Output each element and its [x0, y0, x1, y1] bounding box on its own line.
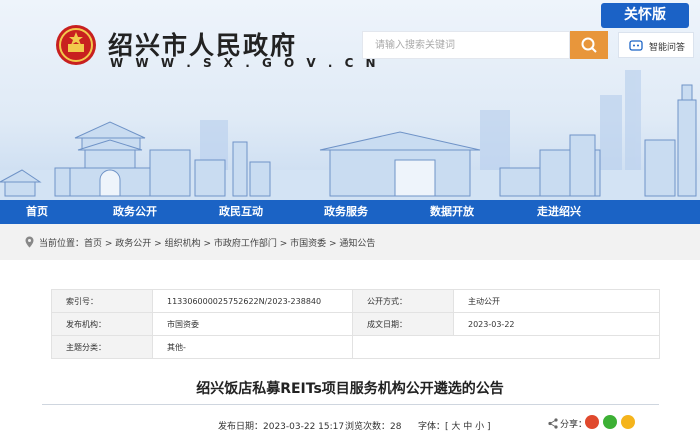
- empty-cell: [352, 335, 454, 359]
- publisher-value: 市国资委: [152, 312, 353, 336]
- breadcrumb-separator: >: [276, 239, 291, 249]
- search-button[interactable]: [570, 31, 608, 59]
- breadcrumb-separator: >: [102, 239, 116, 249]
- publish-time: 发布日期：2023-03-22 15:17: [218, 422, 345, 432]
- divider: [42, 404, 659, 405]
- font-size-control[interactable]: 字体：[ 大 中 小 ]: [418, 419, 490, 432]
- smart-qa-button[interactable]: 智能问答: [618, 32, 694, 58]
- topic-label: 主题分类：: [51, 335, 153, 359]
- care-mode-button[interactable]: 关怀版: [601, 3, 689, 28]
- nav-open-data[interactable]: 数据开放: [430, 200, 474, 224]
- view-count: 浏览次数：28: [345, 422, 402, 432]
- location-icon: [25, 236, 34, 248]
- breadcrumb-trail: 当前位置：首页 > 政务公开 > 组织机构 > 市政府工作部门 > 市国资委 >…: [39, 236, 375, 249]
- breadcrumb-sasac[interactable]: 市国资委: [290, 239, 326, 249]
- search-box: [362, 31, 570, 59]
- nav-about-shaoxing[interactable]: 走进绍兴: [537, 200, 581, 224]
- search-input[interactable]: [363, 32, 569, 58]
- index-label: 索引号：: [51, 289, 153, 313]
- openness-value: 主动公开: [453, 289, 660, 313]
- qzone-icon[interactable]: [621, 415, 635, 429]
- breadcrumb-label: 当前位置：: [39, 239, 85, 249]
- robot-icon: [629, 40, 643, 51]
- emblem-icon: [56, 25, 96, 65]
- breadcrumb-gov-departments[interactable]: 市政府工作部门: [214, 239, 277, 249]
- table-row: 索引号： 113306000025752622N/2023-238840 公开方…: [51, 289, 660, 313]
- breadcrumb-separator: >: [151, 239, 165, 249]
- site-url: W W W . S X . G O V . C N: [110, 56, 380, 70]
- openness-label: 公开方式：: [352, 289, 454, 313]
- nav-home[interactable]: 首页: [26, 200, 48, 224]
- breadcrumb: 当前位置：首页 > 政务公开 > 组织机构 > 市政府工作部门 > 市国资委 >…: [0, 224, 700, 260]
- breadcrumb-home[interactable]: 首页: [84, 239, 102, 249]
- breadcrumb-organizations[interactable]: 组织机构: [165, 239, 201, 249]
- header-banner: 绍兴市人民政府 W W W . S X . G O V . C N 关怀版 智能…: [0, 0, 700, 200]
- date-value: 2023-03-22: [453, 312, 660, 336]
- publisher-label: 发布机构：: [51, 312, 153, 336]
- weibo-icon[interactable]: [585, 415, 599, 429]
- nav-interaction[interactable]: 政民互动: [219, 200, 263, 224]
- empty-cell: [453, 335, 660, 359]
- breadcrumb-gov-affairs-open[interactable]: 政务公开: [115, 239, 151, 249]
- document-info-table: 索引号： 113306000025752622N/2023-238840 公开方…: [51, 289, 660, 359]
- article-title: 绍兴饭店私募REITs项目服务机构公开遴选的公告: [196, 381, 504, 397]
- breadcrumb-separator: >: [326, 239, 340, 249]
- share-label: 分享：: [560, 420, 588, 430]
- table-row: 发布机构： 市国资委 成文日期： 2023-03-22: [51, 312, 660, 336]
- index-value: 113306000025752622N/2023-238840: [152, 289, 353, 313]
- smart-qa-label: 智能问答: [649, 43, 686, 53]
- topic-value: 其他-: [152, 335, 353, 359]
- city-skyline-illustration: [0, 70, 700, 200]
- nav-services[interactable]: 政务服务: [324, 200, 368, 224]
- share-icon: [548, 418, 558, 429]
- main-nav: 首页 政务公开 政民互动 政务服务 数据开放 走进绍兴: [0, 200, 700, 224]
- date-label: 成文日期：: [352, 312, 454, 336]
- search-icon: [581, 37, 597, 53]
- wechat-icon[interactable]: [603, 415, 617, 429]
- breadcrumb-notices[interactable]: 通知公告: [339, 239, 375, 249]
- breadcrumb-separator: >: [200, 239, 214, 249]
- nav-gov-affairs-open[interactable]: 政务公开: [113, 200, 157, 224]
- table-row: 主题分类： 其他-: [51, 335, 660, 359]
